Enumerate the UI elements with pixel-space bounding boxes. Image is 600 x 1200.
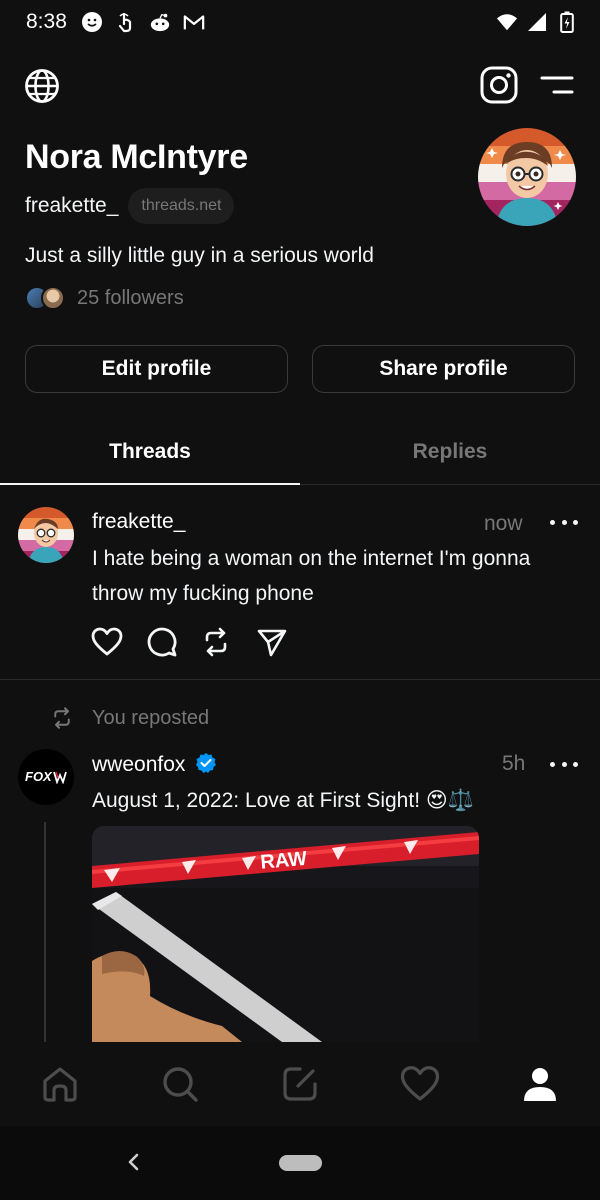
edit-profile-button[interactable]: Edit profile [25,345,288,393]
notification-icons [81,11,205,33]
post-timestamp: now [484,512,523,535]
post-username[interactable]: freakette_ [92,510,185,534]
comment-icon[interactable] [146,626,178,658]
repost-label: You reposted [92,707,210,729]
home-icon[interactable] [30,1054,90,1114]
share-icon[interactable] [256,626,288,658]
profile-bio: Just a silly little guy in a serious wor… [25,244,374,267]
post-author-avatar[interactable] [18,507,74,563]
signal-icon [526,11,548,33]
profile-handle: freakette_ [25,194,119,217]
more-options-icon[interactable] [550,754,578,774]
globe-icon[interactable] [24,68,60,104]
follower-avatar [41,286,65,310]
tab-replies[interactable]: Replies [300,420,600,484]
post-timestamp: 5h [502,752,526,775]
touch-icon [115,11,137,33]
status-bar: 8:38 [0,0,600,44]
wifi-icon [496,11,518,33]
avatar-fox-text: FOX [25,769,52,784]
handle-row: freakette_ threads.net [25,188,235,224]
compose-icon[interactable] [270,1054,330,1114]
profile-header-bar [24,64,574,108]
followers-count: 25 followers [77,286,184,309]
reposted-indicator-icon [50,706,74,730]
media-overlay-text: RAW [260,848,309,874]
post-username-text: wweonfox [92,753,186,776]
tab-threads[interactable]: Threads [0,420,300,485]
home-pill-handle[interactable] [279,1155,322,1171]
followers-link[interactable]: 25 followers [25,284,184,312]
repost-icon[interactable] [200,626,232,658]
follower-avatars [25,284,71,312]
system-status-icons [496,11,578,33]
menu-icon[interactable] [540,72,574,98]
gmail-icon [183,11,205,33]
post-text: August 1, 2022: Love at First Sight! 😍⚖️ [92,789,474,812]
verified-badge-icon [195,752,217,780]
system-navigation-bar [0,1126,600,1200]
smiley-icon [81,11,103,33]
search-icon[interactable] [150,1054,210,1114]
reddit-icon [149,11,171,33]
more-options-icon[interactable] [550,512,578,532]
domain-badge[interactable]: threads.net [128,188,235,224]
bottom-navigation [0,1042,600,1126]
thread-connector-line [44,822,46,1042]
share-profile-button[interactable]: Share profile [312,345,575,393]
profile-icon[interactable] [510,1054,570,1114]
activity-heart-icon[interactable] [390,1054,450,1114]
wweonfox-avatar[interactable]: FOX [18,749,74,805]
post-text: I hate being a woman on the internet I'm… [92,547,531,605]
profile-avatar[interactable] [478,128,576,226]
back-chevron-icon[interactable] [120,1148,148,1176]
status-time: 8:38 [26,10,67,33]
instagram-icon[interactable] [480,66,518,104]
post-divider [0,679,600,680]
battery-icon [556,11,578,33]
profile-name: Nora McIntyre [25,138,248,176]
post-video-thumbnail[interactable]: RAW [92,826,479,1042]
heart-icon[interactable] [91,626,123,658]
profile-tabs: Threads Replies [0,420,600,485]
post-username[interactable]: wweonfox [92,752,217,780]
